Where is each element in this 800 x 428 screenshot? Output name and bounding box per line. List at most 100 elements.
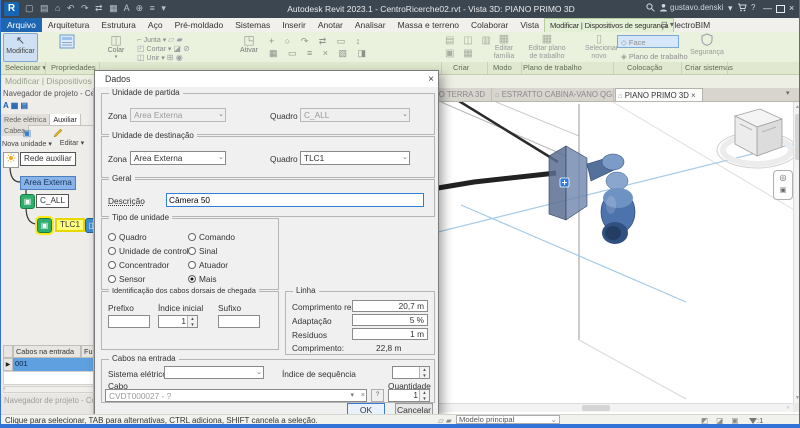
chevron-down-icon[interactable]: ▾ [728, 3, 733, 14]
design-options-combo[interactable]: Modelo principal⌄ [456, 415, 560, 424]
tool-unir[interactable]: ◫ Unir ▾ ⊞ ◉ [137, 53, 183, 62]
select-panel-label[interactable]: Selecionar ▾ [5, 63, 46, 72]
vscroll-thumb[interactable] [795, 114, 800, 160]
create-systems-panel-label[interactable]: Criar sistemas [685, 63, 733, 72]
radio-unidade-controle[interactable]: Unidade de controle [108, 246, 193, 256]
account-name[interactable]: gustavo.denski [670, 3, 723, 12]
view-tab-estratto[interactable]: ⌂ESTRATTO CABINA-VANO QGBT_ET... [493, 88, 614, 101]
properties-button[interactable] [53, 34, 81, 51]
view-tab-piano-primo-active[interactable]: ⌂PIANO PRIMO 3D × [615, 88, 703, 101]
tab-massa-terreno[interactable]: Massa e terreno [392, 18, 465, 32]
node-tlc1[interactable]: TLC1 [55, 218, 85, 232]
radio-mais-selected[interactable]: Mais [188, 274, 217, 284]
node-rede-auxiliar[interactable]: Rede auxiliar [20, 152, 76, 166]
pan-tool-icon[interactable]: ▣ [774, 184, 792, 197]
tab-arquitetura[interactable]: Arquitetura [42, 18, 96, 32]
restore-button[interactable] [776, 5, 785, 15]
table-header-cabos[interactable]: Cabos na entrada [13, 345, 81, 358]
tab-pre-moldado[interactable]: Pré-moldado [169, 18, 230, 32]
tool-junta[interactable]: ⌐ Junta ▾ ▱ ▰ [137, 35, 183, 44]
ribbon-display-toggle-icon[interactable]: ⊡ ▾ [661, 20, 674, 29]
selection-handle-icon[interactable] [560, 178, 569, 187]
indice-sequencia-spinner[interactable]: ▲▼ [392, 366, 430, 379]
prefixo-input[interactable] [108, 315, 150, 328]
properties-panel-label[interactable]: Propriedades [51, 63, 96, 72]
navigation-bar[interactable]: ◎ ▣ [773, 170, 793, 200]
tab-vista[interactable]: Vista [514, 18, 545, 32]
cabo-combo[interactable]: CVDT000027 - ?▾× [105, 389, 367, 402]
radio-atuador[interactable]: Atuador [188, 260, 228, 270]
table-hscrollbar[interactable]: ‹ [3, 386, 94, 393]
tab-estrutura[interactable]: Estrutura [95, 18, 142, 32]
tab-arquivo[interactable]: Arquivo [1, 18, 42, 32]
create-panel-icons-row2[interactable]: ▣ ▦ [445, 48, 476, 59]
security-system-button[interactable]: Segurança [689, 33, 725, 57]
security-camera-device[interactable] [549, 146, 635, 244]
quantidade-spinner[interactable]: 1▲▼ [388, 389, 430, 402]
tab-sistemas[interactable]: Sistemas [229, 18, 276, 32]
panel-node-icon[interactable]: ▣ [20, 194, 35, 209]
tool-cortar[interactable]: ◰ Cortar ▾ ◪ ⊘ [137, 44, 190, 53]
steering-wheel-icon[interactable]: ◎ [774, 171, 792, 184]
close-tab-icon[interactable]: × [691, 91, 696, 100]
transform-tools-row2[interactable]: ▦ ▭ ≡ × ▧ ◨ [269, 48, 370, 59]
device-node-icon[interactable]: ◫ [85, 218, 94, 233]
modify-button[interactable]: ↖ Modificar [3, 33, 38, 62]
descricao-input[interactable] [166, 193, 424, 207]
pick-new-button[interactable]: ▯ Selecionar novo [585, 33, 613, 61]
indice-inicial-spinner[interactable]: 1▲▼ [158, 315, 198, 328]
search-icon[interactable] [646, 3, 655, 14]
radio-sensor[interactable]: Sensor [108, 274, 145, 284]
node-c-all[interactable]: C_ALL [36, 194, 69, 208]
comprimento-real-value[interactable]: 20,7 m [352, 300, 428, 312]
node-area-externa[interactable]: Area Externa [20, 176, 76, 190]
radio-comando[interactable]: Comando [188, 232, 235, 242]
placement-panel-label[interactable]: Colocação [627, 63, 662, 72]
dialog-title-bar[interactable]: Dados × [95, 71, 438, 87]
sun-icon[interactable] [3, 152, 19, 168]
close-button[interactable]: × [789, 3, 794, 13]
workplane-panel-label[interactable]: Plano de trabalho [523, 63, 582, 72]
help-icon[interactable]: ? [751, 3, 755, 12]
tab-colaborar[interactable]: Colaborar [465, 18, 514, 32]
table-header-funcao[interactable]: Funç [81, 345, 94, 358]
create-panel-icons-row1[interactable]: ▤ ◫ ▥ [445, 35, 494, 46]
cabo-help-button[interactable]: ? [371, 389, 384, 402]
dialog-close-icon[interactable]: × [428, 72, 434, 88]
zona-destinacao-combo[interactable]: Area Externa⌄ [130, 151, 226, 165]
edit-family-button[interactable]: ▦ Editar família [490, 33, 518, 61]
minimize-button[interactable]: — [763, 3, 772, 13]
tab-anotar[interactable]: Anotar [312, 18, 349, 32]
placement-face-button[interactable]: ◇ Face [617, 35, 679, 48]
tab-analisar[interactable]: Analisar [349, 18, 392, 32]
ribbon: ↖ Modificar ◫ Colar ▾ ⌐ Junta ▾ ▱ ▰ ◰ Co… [1, 32, 800, 62]
tab-list-chevron-icon[interactable]: ▾ [786, 89, 790, 97]
vertical-scrollbar[interactable]: ▲ ▼ [793, 102, 800, 403]
radio-concentrador[interactable]: Concentrador [108, 260, 169, 270]
viewcube[interactable] [717, 109, 797, 168]
tlc-node-icon[interactable]: ▣ [37, 218, 52, 233]
sistema-eletrico-combo[interactable]: ⌄ [164, 366, 264, 379]
quadro-destinacao-combo[interactable]: TLC1⌄ [300, 151, 410, 165]
revit-logo-icon[interactable]: R [4, 2, 19, 16]
activate-button[interactable]: ◳ Ativar [235, 33, 263, 54]
table-row[interactable]: 001 [13, 358, 94, 371]
edit-workplane-button[interactable]: ▦ Editar plano de trabalho [525, 33, 569, 61]
cart-icon[interactable] [737, 3, 747, 14]
create-panel-label[interactable]: Criar [453, 63, 469, 72]
placement-workplane-button[interactable]: ◈ Plano de trabalho [617, 49, 679, 62]
mode-panel-label[interactable]: Modo [493, 63, 512, 72]
hscroll-thumb[interactable] [582, 405, 610, 411]
paste-button[interactable]: ◫ Colar ▾ [103, 33, 129, 60]
tab-aco[interactable]: Aço [142, 18, 169, 32]
adaptacao-value[interactable]: 5 % [352, 314, 428, 326]
quick-access-toolbar-icons[interactable]: ▢ ▤ ⌂ ↶ ↷ ⇄ ▦ A ⊕ ≡ ▾ [25, 3, 168, 14]
transform-tools-row1[interactable]: + ○ ↷ ⇄ ▭ ↕ [269, 36, 364, 47]
sufixo-input[interactable] [218, 315, 260, 328]
radio-sinal[interactable]: Sinal [188, 246, 217, 256]
residuos-value[interactable]: 1 m [352, 328, 428, 340]
tab-modificar-contextual[interactable]: Modificar | Dispositivos de segurança [544, 18, 674, 32]
radio-quadro[interactable]: Quadro [108, 232, 147, 242]
tab-inserir[interactable]: Inserir [276, 18, 312, 32]
user-icon[interactable] [659, 3, 668, 14]
